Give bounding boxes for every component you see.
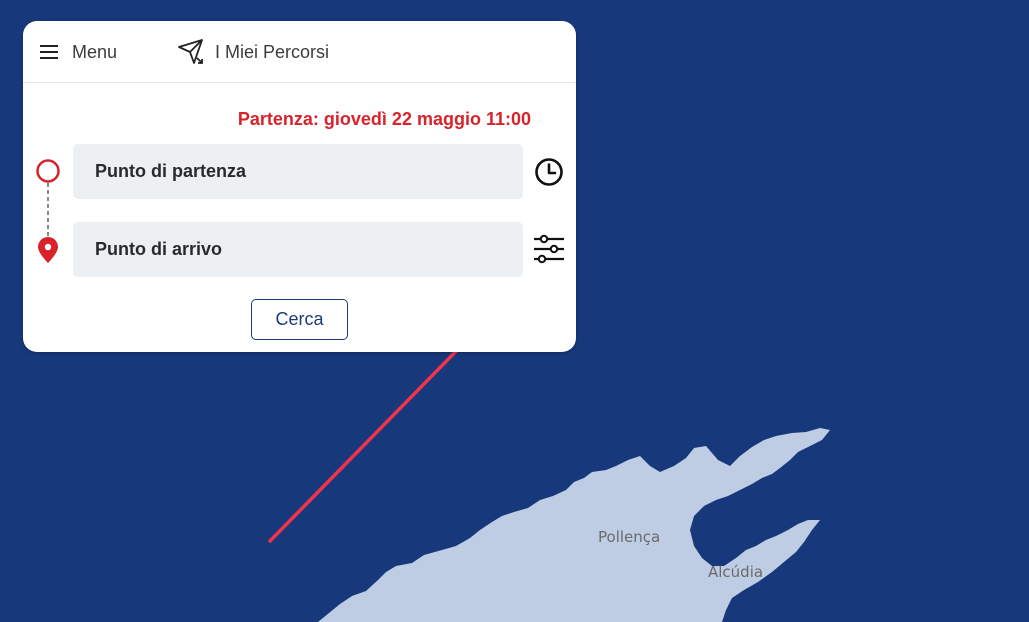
my-routes-button[interactable]: I Miei Percorsi xyxy=(177,37,329,67)
start-point-input[interactable] xyxy=(73,144,523,199)
send-arrow-icon xyxy=(177,38,205,66)
menu-button[interactable]: Menu xyxy=(40,39,117,65)
menu-label: Menu xyxy=(72,41,118,62)
departure-time[interactable]: Partenza: giovedì 22 maggio 11:00 xyxy=(238,109,531,130)
panel-header: Menu I Miei Percorsi xyxy=(23,21,576,83)
end-point-input[interactable] xyxy=(73,222,523,277)
search-button[interactable]: Cerca xyxy=(251,299,348,340)
clock-icon[interactable] xyxy=(531,154,567,190)
my-routes-label: I Miei Percorsi xyxy=(215,41,330,62)
hamburger-icon xyxy=(40,43,60,61)
map-label-pollenca: Pollença xyxy=(598,528,661,546)
route-planner-panel: Menu I Miei Percorsi Partenza: giovedì 2… xyxy=(23,21,576,352)
route-timeline xyxy=(36,159,60,263)
sliders-icon[interactable] xyxy=(531,231,567,267)
map-label-alcudia: Alcúdia xyxy=(708,563,764,581)
